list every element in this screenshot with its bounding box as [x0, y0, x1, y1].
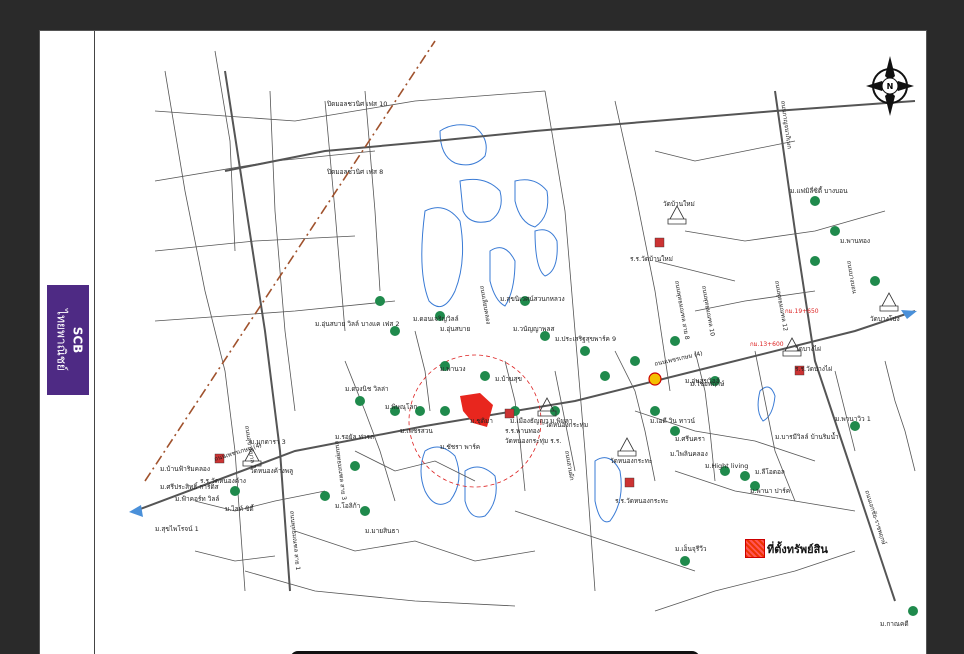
- place-label: ม.แฟมิลี่ซิตี้ บางบอน: [790, 186, 848, 195]
- phetkasem-road: [134, 310, 916, 512]
- place-label: วัดหนองกระทุ่ม: [545, 421, 588, 429]
- road-label-phetkasem-east: ถนนเพชรเกษม (4): [654, 350, 703, 368]
- place-label: ร.ร.วัดหนองกระทะ: [615, 497, 669, 505]
- place-label: ม.ไลท์ ซิตี้: [225, 504, 255, 513]
- compass-letter: N: [887, 82, 894, 91]
- place-label: ม.มุกดารา 3: [250, 438, 286, 446]
- compass-icon: N: [866, 56, 914, 116]
- legend-label: ที่ตั้งทรัพย์สิน: [767, 543, 828, 556]
- place-label: ม.ประเสริฐสุขพาร์ค 9: [555, 335, 616, 343]
- railway-line: [144, 40, 436, 482]
- place-label: ม.บ้านสุข: [495, 375, 522, 383]
- road-label-soi3: ถนนพุทธมณฑล สาย 3: [333, 440, 347, 500]
- place-label: ม.กาณคดี: [880, 620, 909, 628]
- place-label: วัดบางไผ่: [795, 345, 821, 353]
- road-label-bangbon: ถนนบางบอน: [845, 260, 858, 294]
- place-label: ม.วนัญญาพลส: [513, 325, 554, 333]
- place-label: ม.พานวง: [440, 365, 466, 373]
- scb-logo: SCB ไทยพาณิชย์: [47, 285, 89, 395]
- place-label: ม.โอลิก้า: [335, 502, 361, 510]
- sukhapiban-road: [224, 70, 291, 592]
- place-label: ม.สุขไพโรจน์ 1: [155, 525, 199, 533]
- km-marker-1: กม.13+600: [750, 341, 784, 348]
- road-label-soi2: ถนนสวนผัก: [563, 450, 575, 481]
- place-label: ม.ดวงนิช วิลล่า: [345, 385, 389, 393]
- road-arrow-west: [129, 505, 143, 517]
- place-label: วัดหนองกระทุ่ม ร.ร.: [505, 437, 561, 445]
- place-label: ม.ไพลินคลอง: [670, 450, 708, 458]
- place-label: ปิดมอลชวนิศ เฟส 8: [326, 168, 383, 176]
- place-label: ม.พานทอง: [840, 237, 870, 245]
- page: { "brand":{"line1":"SCB","line2":"ไทยพาณ…: [0, 0, 964, 654]
- place-label: ม.อุ่นสบาย: [440, 325, 470, 333]
- place-label: ร.ร.วัดบ้านใหม่: [630, 255, 673, 263]
- road-label-sai10: ถนนพุทธมณฑล 10: [700, 285, 716, 337]
- place-label: ม.ชัชรา พาร์ค: [440, 443, 480, 451]
- road-label-sai1: ถนนพุทธมณฑล สาย 1: [288, 510, 301, 570]
- place-label: ม.เพชรสวน: [400, 427, 433, 435]
- place-label: ม.ดอนเจริญวิลล์: [413, 315, 459, 323]
- place-label: ม.อุ่นสบาย วิลล์ บางแค เฟส 2: [315, 320, 400, 328]
- road-label-kanchana-north: ถนนกาญจนาภิเษก: [779, 100, 793, 149]
- street-map[interactable]: N ถนนเพชรเกษม (4) ถนนเพชรเกษม (4) ถนนสุข…: [95, 31, 926, 654]
- road-label-sai8: ถนนพุทธมณฑล สาย 8: [673, 280, 690, 340]
- brand-thai-name: ไทยพาณิชย์: [54, 309, 69, 371]
- place-label: ม.ชุติมา: [470, 417, 493, 425]
- place-label: ม.เอดี วิน ทาวน์: [650, 417, 696, 425]
- place-label: ม.มายสินธา: [365, 527, 399, 535]
- place-label: ม.พานาวิว 1: [835, 415, 871, 423]
- shell-station-icon: [648, 372, 662, 386]
- brand-name: SCB: [70, 326, 85, 354]
- place-label: ม.ไชยพฤกษ์: [690, 380, 725, 388]
- place-label: วัดบางโปง: [870, 315, 900, 323]
- road-label-soi1: ถนนเลียบคลอง: [478, 285, 493, 325]
- place-label: ม.บ้านฟ้าริมคลอง: [160, 465, 210, 473]
- place-label: ม.พานา ปาร์ค: [750, 487, 790, 495]
- place-label: ม.ฟ้าคอร์ท วิลล์: [175, 495, 219, 503]
- km-marker-2: กม.19+650: [785, 308, 819, 315]
- place-label: ม.พิษณุโลก: [385, 403, 417, 411]
- place-label: ม.ศรีนครา: [675, 435, 705, 443]
- road-label-sai12: ถนนพุทธมณฑล 12: [773, 280, 789, 332]
- place-label: ม.เอ็นจุรีวีว: [675, 544, 707, 553]
- major-roads: [134, 70, 916, 602]
- place-label: ร.ร.วัดบางไผ่: [795, 365, 832, 373]
- place-label: ม.สุขนิเวศน์สวนกหลวง: [500, 295, 565, 303]
- legend-swatch: [745, 539, 765, 558]
- place-label: วัดบ้านใหม่: [663, 200, 695, 208]
- sidebar: SCB ไทยพาณิชย์: [40, 31, 95, 654]
- place-label: ม.รอยัล ท่ารถ: [335, 433, 374, 441]
- place-label: วัดหนองค้างพลู: [250, 467, 293, 475]
- place-label: ม.เมืองธัญญา: [510, 417, 549, 425]
- place-label: ปิดมอลชวนิศ เฟส 10: [326, 100, 387, 108]
- map-sheet: SCB ไทยพาณิชย์ N ถนนเพชรเกษม (4) ถนนเพชร…: [39, 30, 927, 654]
- place-label: ม.บารมีวิลล์ บ้านริมน้ำ: [775, 432, 839, 441]
- place-label: ม.ศรีประสิทธิ์ การ์ดิส: [160, 482, 219, 491]
- place-label: ม.ลีโอดอล: [755, 468, 785, 476]
- place-label: วัดหนองกระทะ: [610, 457, 652, 465]
- place-label: ม.Hight living: [705, 462, 748, 470]
- place-label: ร.ร.พานทอง: [505, 427, 540, 435]
